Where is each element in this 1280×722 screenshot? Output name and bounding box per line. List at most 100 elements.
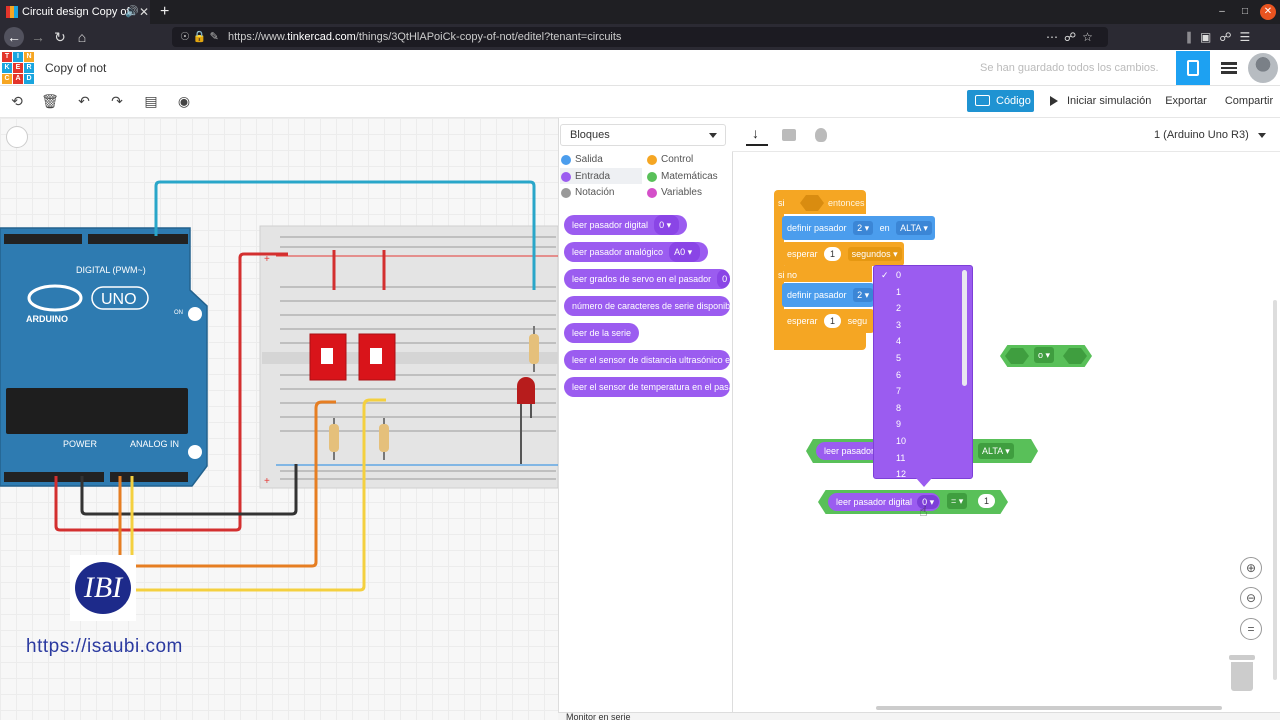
dropdown-option[interactable]: 4 (874, 333, 962, 350)
design-title[interactable]: Copy of not (45, 61, 106, 75)
speaker-icon[interactable]: 🔊 (125, 0, 139, 24)
tab-close-icon[interactable]: ✕ (139, 0, 149, 24)
category-4[interactable]: Notación (558, 186, 614, 200)
read-pin-block[interactable]: leer pasador (816, 442, 880, 460)
dropdown-option[interactable]: 11 (874, 450, 962, 467)
category-1[interactable]: Control (644, 153, 693, 167)
back-button[interactable]: ← (4, 27, 24, 47)
palette-block[interactable]: leer el sensor de distancia ultrasónico … (564, 350, 730, 370)
window-close-button[interactable]: ✕ (1260, 4, 1276, 20)
pin-select[interactable]: 2 ▾ (853, 221, 874, 235)
reload-button[interactable]: ↻ (50, 27, 70, 47)
library-icon[interactable]: ∥▣☍☰ (1186, 27, 1258, 47)
set-pin-block-1[interactable]: definir pasador 2 ▾ en ALTA ▾ (782, 216, 935, 240)
new-tab-button[interactable]: + (160, 0, 169, 24)
wait-block-1[interactable]: esperar 1 segundos ▾ (782, 242, 904, 266)
download-code-icon[interactable] (746, 124, 768, 146)
dropdown-option[interactable]: 7 (874, 383, 962, 400)
palette-block[interactable]: leer de la serie (564, 323, 640, 343)
wait-input[interactable]: 1 (824, 247, 842, 261)
palette-block[interactable]: número de caracteres de serie disponible… (564, 296, 730, 316)
window-minimize-button[interactable]: – (1214, 4, 1230, 20)
category-label: Matemáticas (661, 170, 718, 182)
rotate-icon[interactable]: ⟲ (8, 92, 26, 110)
dropdown-option[interactable]: 1 (874, 284, 962, 301)
code-button[interactable]: Código (967, 90, 1034, 112)
state-select[interactable]: ALTA ▾ (978, 443, 1014, 459)
breadboard[interactable]: + + (259, 225, 558, 489)
arduino-uno-board[interactable]: ARDUINO UNO ON DIGITAL (PWM~) POWER ANAL… (0, 227, 208, 487)
palette-block[interactable]: leer pasador digital 0 ▾ (564, 215, 688, 235)
zoom-out-button[interactable]: ⊖ (1240, 587, 1262, 609)
dropdown-option[interactable]: 10 (874, 433, 962, 450)
dropdown-option[interactable]: ✓ 0 (874, 267, 962, 284)
slide-switch-1[interactable] (309, 333, 347, 381)
category-5[interactable]: Variables (644, 186, 702, 200)
circuit-view-button[interactable] (1176, 51, 1210, 85)
upload-icon[interactable] (782, 129, 796, 141)
palette-block[interactable]: leer el sensor de temperatura en el pasa… (564, 377, 730, 397)
window-maximize-button[interactable]: □ (1237, 4, 1253, 20)
or-select[interactable]: o ▾ (1034, 347, 1055, 363)
security-lock-icon[interactable]: ☉ 🔒 ✎ (180, 27, 219, 47)
circuit-drawing: ARDUINO UNO ON DIGITAL (PWM~) POWER ANAL… (0, 180, 558, 592)
redo-icon[interactable]: ↷ (108, 92, 126, 110)
category-0[interactable]: Salida (558, 153, 603, 167)
palette-block[interactable]: leer grados de servo en el pasador 0 ▾ (564, 269, 730, 289)
circuit-canvas[interactable]: ARDUINO UNO ON DIGITAL (PWM~) POWER ANAL… (0, 118, 558, 720)
trash-icon[interactable] (1229, 655, 1255, 691)
debugger-bug-icon[interactable] (815, 128, 827, 142)
start-simulation-button[interactable]: Iniciar simulación (1042, 90, 1152, 112)
dropdown-scrollbar[interactable] (962, 270, 967, 386)
forward-button[interactable]: → (28, 27, 48, 47)
dropdown-option[interactable]: 9 (874, 416, 962, 433)
blocks-mode-select[interactable]: Bloques (560, 124, 726, 146)
blocks-palette (558, 118, 732, 720)
wait-block-2[interactable]: esperar 1 segu (782, 309, 874, 333)
dropdown-option[interactable]: 3 (874, 317, 962, 334)
category-2[interactable]: Entrada (558, 170, 610, 184)
share-button[interactable]: Compartir (1218, 90, 1280, 112)
operator-select[interactable]: = ▾ (947, 493, 968, 509)
visibility-icon[interactable]: ◉ (175, 92, 193, 110)
tinkercad-logo[interactable]: TIN KER CAD (2, 52, 34, 84)
page-actions-icon[interactable]: ⋯☍☆ (1046, 27, 1099, 47)
url-input[interactable]: https://www.tinkercad.com/things/3QtHlAP… (172, 27, 1108, 47)
palette-block[interactable]: leer pasador analógico A0 ▾ (564, 242, 709, 262)
set-pin-block-2[interactable]: definir pasador 2 ▾ (782, 283, 874, 307)
palette-block-select[interactable]: A0 ▾ (669, 242, 701, 262)
zoom-in-button[interactable]: ⊕ (1240, 557, 1262, 579)
serial-monitor-label[interactable]: Monitor en serie (566, 712, 631, 722)
export-button[interactable]: Exportar (1158, 90, 1214, 112)
state-select[interactable]: ALTA ▾ (896, 221, 932, 235)
dropdown-option[interactable]: 5 (874, 350, 962, 367)
device-select[interactable]: 1 (Arduino Uno R3) (1148, 124, 1272, 146)
unit-select[interactable]: segundos ▾ (847, 247, 902, 261)
compare-value-input[interactable]: 1 (978, 494, 996, 508)
dropdown-option[interactable]: 2 (874, 300, 962, 317)
serial-monitor-bar[interactable] (558, 712, 1280, 720)
slide-switch-2[interactable] (358, 333, 396, 381)
browser-tab-bar: Circuit design Copy of 🔊 ✕ + – □ ✕ (0, 0, 1280, 24)
pin-select[interactable]: 2 ▾ (853, 288, 874, 302)
pin-dropdown-menu[interactable]: ✓ 0 1 2 3 4 5 6 7 8 9 10 11 12 (873, 265, 973, 479)
category-3[interactable]: Matemáticas (644, 170, 718, 184)
palette-block-select[interactable]: 0 ▾ (717, 269, 730, 289)
category-label: Control (661, 154, 694, 165)
delete-icon[interactable]: 🗑 (41, 92, 59, 110)
workspace-horizontal-scrollbar[interactable] (876, 706, 1222, 710)
dropdown-option[interactable]: 8 (874, 400, 962, 417)
palette-block-label: leer el sensor de distancia ultrasónico … (572, 355, 730, 365)
dropdown-option[interactable]: 6 (874, 367, 962, 384)
home-button[interactable]: ⌂ (72, 27, 92, 47)
on-led-label: ON (174, 310, 183, 316)
user-avatar[interactable] (1248, 53, 1278, 83)
workspace-vertical-scrollbar[interactable] (1273, 300, 1277, 680)
component-list-button[interactable] (1212, 51, 1246, 85)
reset-zoom-button[interactable]: = (1240, 618, 1262, 640)
set-pin-label: definir pasador (787, 223, 847, 233)
notes-icon[interactable]: ▤ (142, 92, 160, 110)
wait-input[interactable]: 1 (824, 314, 842, 328)
palette-block-select[interactable]: 0 ▾ (654, 215, 680, 235)
undo-icon[interactable]: ↶ (75, 92, 93, 110)
